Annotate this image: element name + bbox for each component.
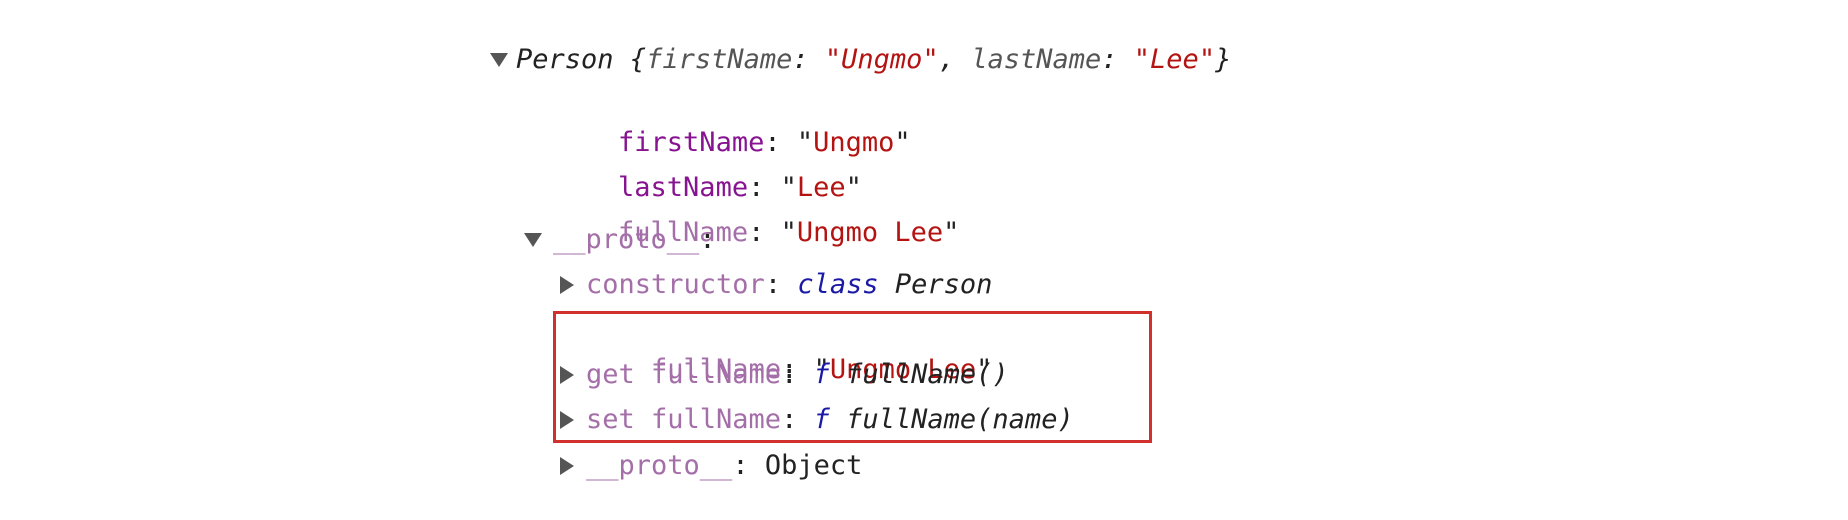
proto-row-inner-proto[interactable]: __proto__: Object <box>560 446 862 486</box>
preview-key-firstname: firstName <box>646 44 793 75</box>
highlight-box <box>553 311 1152 443</box>
property-key: __proto__ <box>553 224 700 255</box>
property-value: Ungmo Lee <box>796 217 944 248</box>
class-keyword: class <box>797 269 879 300</box>
property-key: constructor <box>586 269 765 300</box>
property-row-firstname[interactable]: firstName: "Ungmo" <box>553 83 911 158</box>
collapse-toggle-icon[interactable] <box>560 265 574 305</box>
property-row-lastname[interactable]: lastName: "Lee" <box>553 128 862 203</box>
open-brace: { <box>613 44 647 75</box>
property-key: __proto__ <box>586 450 733 481</box>
tree-root-row[interactable]: Person {firstName: "Ungmo", lastName: "L… <box>490 40 1231 80</box>
class-name: Person <box>894 269 993 300</box>
expand-toggle-icon[interactable] <box>490 40 508 80</box>
class-name: Person <box>516 44 614 75</box>
property-row-fullname[interactable]: fullName: "Ungmo Lee" <box>553 173 959 248</box>
preview-key-lastname: lastName <box>971 44 1102 75</box>
preview-value-firstname: Ungmo <box>841 44 923 75</box>
collapse-toggle-icon[interactable] <box>560 446 574 486</box>
close-brace: } <box>1215 44 1232 75</box>
property-value: Object <box>764 450 863 481</box>
preview-value-lastname: Lee <box>1150 44 1199 75</box>
proto-row[interactable]: __proto__: <box>524 220 716 260</box>
console-object-tree: Person {firstName: "Ungmo", lastName: "L… <box>0 0 1848 520</box>
expand-toggle-icon[interactable] <box>524 220 542 260</box>
proto-row-constructor[interactable]: constructor: class Person <box>560 265 992 305</box>
